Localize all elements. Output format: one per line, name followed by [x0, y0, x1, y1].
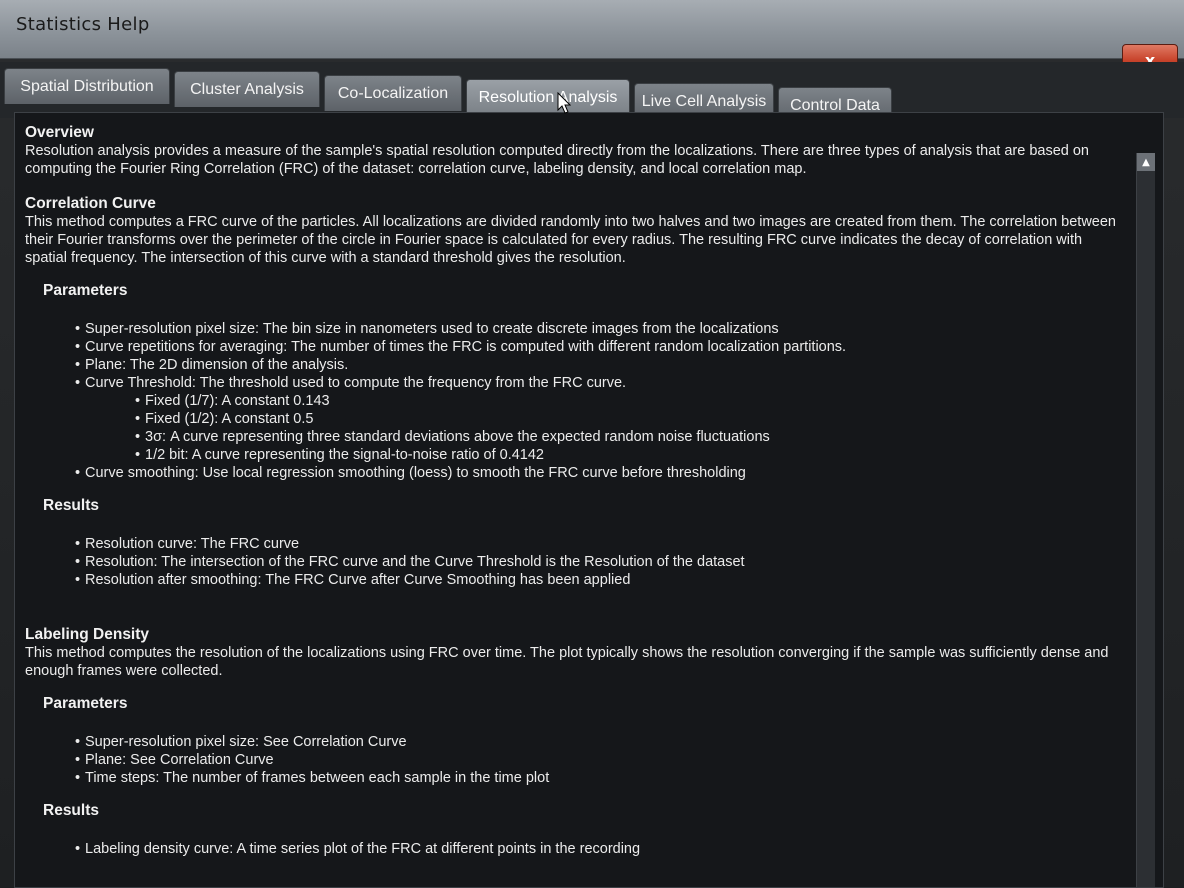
tab-co-localization[interactable]: Co-Localization — [324, 75, 462, 111]
vertical-scrollbar[interactable]: ▲ — [1136, 153, 1155, 887]
title-bar[interactable]: Statistics Help x — [0, 0, 1184, 76]
mouse-pointer-icon — [557, 92, 571, 114]
cc-parameters-heading: Parameters — [43, 282, 128, 299]
cc-threshold-options: Fixed (1/7): A constant 0.143 Fixed (1/2… — [25, 392, 1125, 464]
list-item: Resolution after smoothing: The FRC Curv… — [75, 571, 1125, 589]
correlation-curve-text: This method computes a FRC curve of the … — [25, 214, 1116, 266]
scroll-up-arrow-icon[interactable]: ▲ — [1137, 153, 1155, 171]
labeling-density-heading: Labeling Density — [25, 626, 150, 643]
list-item: 3σ: A curve representing three standard … — [135, 428, 1125, 446]
statistics-help-window: Statistics Help x Spatial Distribution C… — [0, 0, 1184, 888]
list-item: Curve smoothing: Use local regression sm… — [75, 464, 1125, 482]
tab-spatial-distribution[interactable]: Spatial Distribution — [4, 68, 170, 104]
window-title: Statistics Help — [16, 14, 150, 35]
list-item: Curve repetitions for averaging: The num… — [75, 338, 1125, 356]
list-item: Time steps: The number of frames between… — [75, 769, 1125, 787]
list-item: 1/2 bit: A curve representing the signal… — [135, 446, 1125, 464]
ld-parameters-list: Super-resolution pixel size: See Correla… — [25, 733, 1125, 787]
cc-results-heading: Results — [43, 497, 99, 514]
list-item: Curve Threshold: The threshold used to c… — [75, 374, 1125, 392]
list-item: Fixed (1/2): A constant 0.5 — [135, 410, 1125, 428]
correlation-curve-heading: Correlation Curve — [25, 195, 156, 212]
list-item: Plane: The 2D dimension of the analysis. — [75, 356, 1125, 374]
overview-text: Resolution analysis provides a measure o… — [25, 143, 1089, 177]
list-item: Labeling density curve: A time series pl… — [75, 840, 1125, 858]
list-item: Resolution curve: The FRC curve — [75, 535, 1125, 553]
ld-results-list: Labeling density curve: A time series pl… — [25, 840, 1125, 858]
help-content-panel: Overview Resolution analysis provides a … — [14, 112, 1164, 888]
list-item: Super-resolution pixel size: The bin siz… — [75, 320, 1125, 338]
overview-heading: Overview — [25, 124, 94, 141]
labeling-density-text: This method computes the resolution of t… — [25, 645, 1109, 679]
cc-results-list: Resolution curve: The FRC curve Resoluti… — [25, 535, 1125, 589]
cc-parameters-list-end: Curve smoothing: Use local regression sm… — [25, 464, 1125, 482]
list-item: Plane: See Correlation Curve — [75, 751, 1125, 769]
cc-parameters-list: Super-resolution pixel size: The bin siz… — [25, 320, 1125, 392]
tab-cluster-analysis[interactable]: Cluster Analysis — [174, 71, 320, 107]
ld-results-heading: Results — [43, 802, 99, 819]
tab-resolution-analysis[interactable]: Resolution Analysis — [466, 79, 630, 115]
help-text-area: Overview Resolution analysis provides a … — [25, 123, 1125, 858]
list-item: Fixed (1/7): A constant 0.143 — [135, 392, 1125, 410]
tab-strip: Spatial Distribution Cluster Analysis Co… — [0, 62, 1184, 123]
list-item: Resolution: The intersection of the FRC … — [75, 553, 1125, 571]
ld-parameters-heading: Parameters — [43, 695, 128, 712]
list-item: Super-resolution pixel size: See Correla… — [75, 733, 1125, 751]
